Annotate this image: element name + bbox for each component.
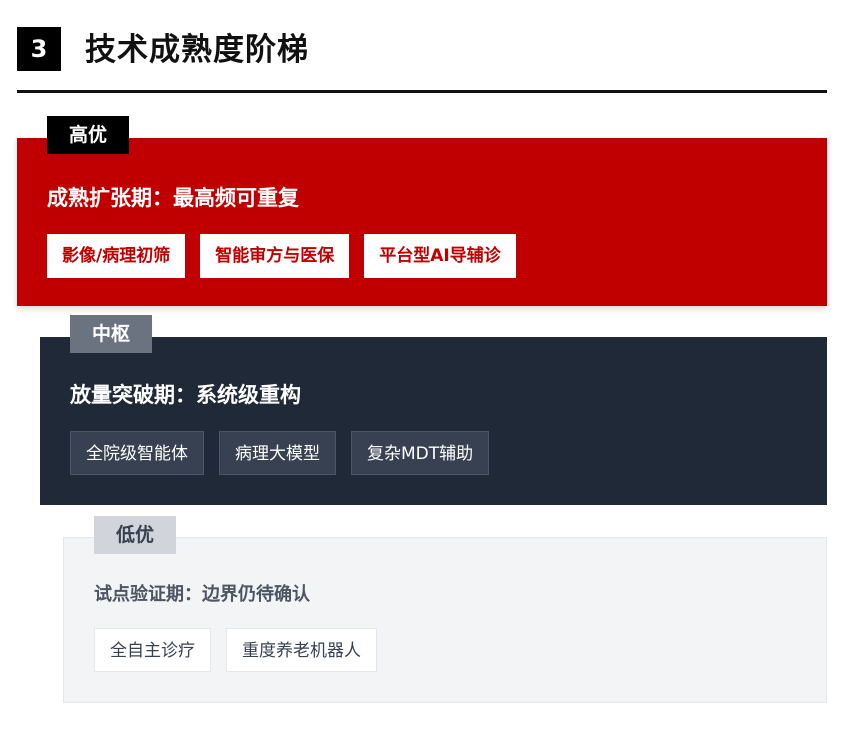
tier-high-priority: 高优 成熟扩张期：最高频可重复 影像/病理初筛 智能审方与医保 平台型AI导辅诊: [17, 116, 827, 306]
tier-label: 高优: [47, 116, 130, 154]
tag: 病理大模型: [219, 431, 336, 475]
tag: 全自主诊疗: [94, 628, 211, 672]
tag: 智能审方与医保: [200, 234, 350, 278]
tag-list: 全院级智能体 病理大模型 复杂MDT辅助: [70, 431, 490, 475]
tag: 全院级智能体: [70, 431, 204, 475]
tier-label: 中枢: [70, 315, 153, 353]
tier-heading: 成熟扩张期：最高频可重复: [47, 186, 299, 210]
tier-heading: 试点验证期：边界仍待确认: [94, 584, 310, 605]
tag: 影像/病理初筛: [47, 234, 186, 278]
tag: 重度养老机器人: [226, 628, 377, 672]
tier-low-priority: 低优 试点验证期：边界仍待确认 全自主诊疗 重度养老机器人: [63, 516, 827, 703]
tier-heading: 放量突破期：系统级重构: [70, 383, 301, 407]
section-title: 技术成熟度阶梯: [85, 32, 309, 68]
tier-mid-priority: 中枢 放量突破期：系统级重构 全院级智能体 病理大模型 复杂MDT辅助: [40, 315, 827, 505]
tag: 平台型AI导辅诊: [364, 234, 516, 278]
section-header: 3 技术成熟度阶梯: [17, 24, 827, 76]
header-divider: [17, 90, 827, 93]
tier-label: 低优: [94, 516, 177, 554]
section-number-badge: 3: [17, 27, 61, 71]
tag-list: 全自主诊疗 重度养老机器人: [94, 628, 377, 672]
tag-list: 影像/病理初筛 智能审方与医保 平台型AI导辅诊: [47, 234, 516, 278]
tag: 复杂MDT辅助: [351, 431, 490, 475]
